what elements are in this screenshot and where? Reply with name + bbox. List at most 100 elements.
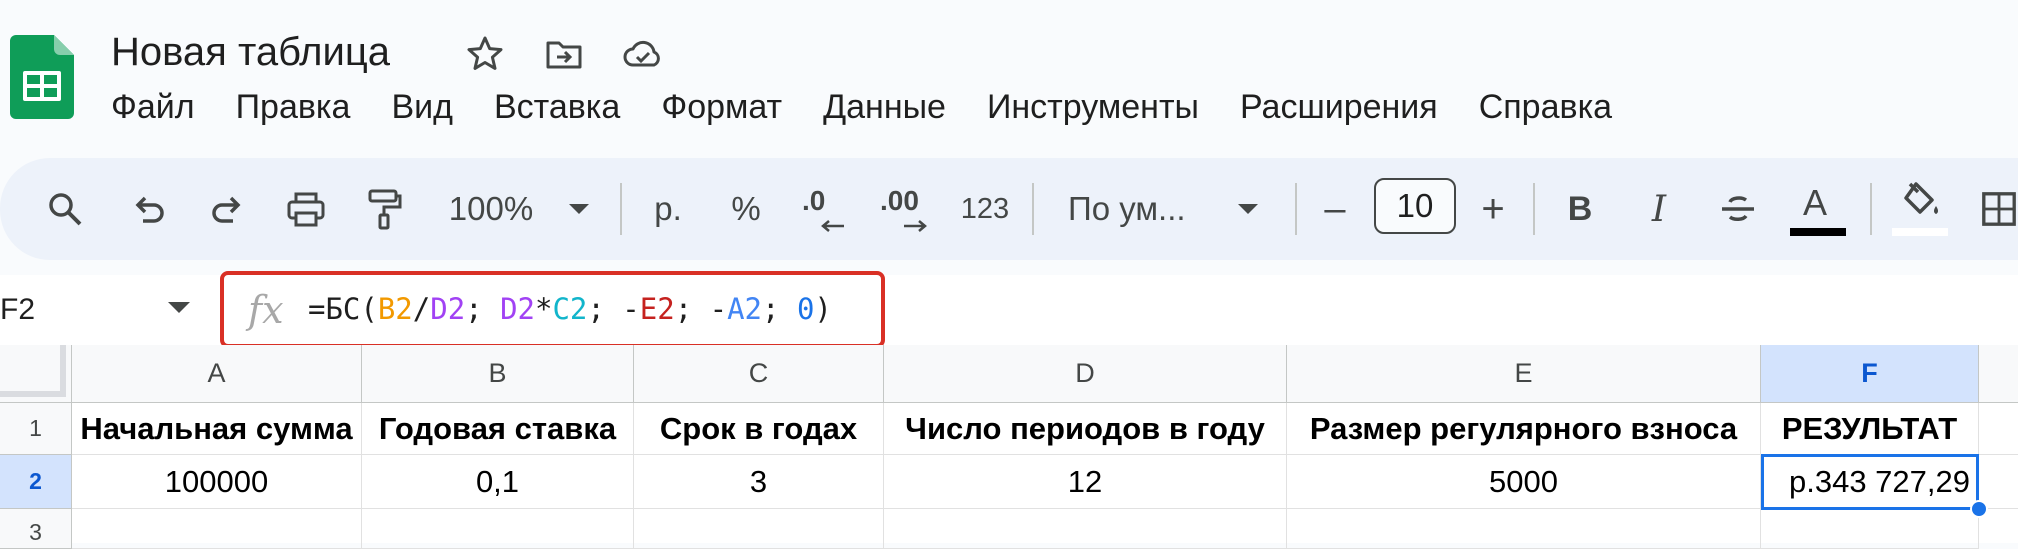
paint-format-icon	[368, 189, 402, 230]
toolbar-divider	[1295, 183, 1297, 235]
move-folder-icon[interactable]	[544, 34, 584, 74]
formula-token: ;	[465, 292, 501, 326]
column-header-d[interactable]: D	[884, 345, 1287, 403]
undo-button[interactable]	[126, 158, 172, 260]
formula-token: D2	[430, 292, 466, 326]
cell-b1[interactable]: Годовая ставка	[362, 403, 634, 455]
top-bar: Новая таблица Файл Правка Вид Вставка Фо…	[0, 0, 2018, 158]
search-icon	[49, 193, 82, 226]
menu-tools[interactable]: Инструменты	[987, 88, 1199, 127]
menu-view[interactable]: Вид	[391, 88, 453, 127]
borders-icon	[1982, 192, 2016, 226]
chevron-down-icon[interactable]	[168, 302, 190, 313]
star-icon[interactable]	[465, 34, 505, 74]
formula-token: /	[412, 292, 431, 326]
menu-file[interactable]: Файл	[111, 88, 195, 127]
print-icon	[287, 192, 325, 227]
text-color-swatch	[1790, 228, 1846, 236]
cell-e3[interactable]	[1287, 509, 1761, 549]
search-menus-button[interactable]	[42, 158, 88, 260]
formula-token: B2	[377, 292, 413, 326]
menu-extensions[interactable]: Расширения	[1240, 88, 1438, 127]
increase-decimal-button[interactable]: .00	[878, 158, 938, 260]
increase-decimal-label: .00	[880, 185, 919, 216]
print-button[interactable]	[283, 158, 329, 260]
formula-token: =БС(	[308, 292, 378, 326]
cell-a3[interactable]	[72, 509, 362, 549]
cell-e1[interactable]: Размер регулярного взноса	[1287, 403, 1761, 455]
undo-icon	[135, 196, 164, 223]
borders-button[interactable]	[1980, 158, 2018, 260]
cell-d1[interactable]: Число периодов в году	[884, 403, 1287, 455]
fx-icon: fx	[248, 288, 284, 332]
chevron-down-icon	[569, 204, 589, 214]
cell-g1[interactable]	[1979, 403, 2018, 455]
cell-a2[interactable]: 100000	[72, 455, 362, 509]
cell-c2[interactable]: 3	[634, 455, 884, 509]
cell-b2[interactable]: 0,1	[362, 455, 634, 509]
chevron-down-icon	[1238, 204, 1258, 214]
cell-e2[interactable]: 5000	[1287, 455, 1761, 509]
fill-color-swatch	[1892, 228, 1948, 236]
formula-token: D2	[500, 292, 535, 326]
fill-handle[interactable]	[1970, 500, 1988, 518]
menu-format[interactable]: Формат	[661, 88, 782, 127]
cell-f1[interactable]: РЕЗУЛЬТАТ	[1761, 403, 1979, 455]
increase-font-size-button[interactable]: +	[1476, 158, 1510, 260]
font-select[interactable]: По ум...	[1068, 158, 1198, 260]
zoom-dropdown[interactable]	[566, 158, 592, 260]
fill-color-button[interactable]	[1892, 158, 1948, 260]
arrow-right-icon	[904, 220, 927, 232]
menu-insert[interactable]: Вставка	[494, 88, 620, 127]
formula-token: )	[814, 292, 832, 326]
decrease-font-size-button[interactable]: –	[1318, 158, 1352, 260]
column-header-e[interactable]: E	[1287, 345, 1761, 403]
cloud-saved-icon[interactable]	[620, 34, 666, 74]
currency-format-button[interactable]: р.	[648, 158, 688, 260]
column-header-c[interactable]: C	[634, 345, 884, 403]
cell-g2[interactable]	[1979, 455, 2018, 509]
cell-f2[interactable]: р.343 727,29	[1761, 455, 1979, 509]
column-header-a[interactable]: A	[72, 345, 362, 403]
formula-token: ; -	[587, 292, 640, 326]
redo-button[interactable]	[204, 158, 250, 260]
menu-data[interactable]: Данные	[823, 88, 946, 127]
row-header-3[interactable]: 3	[0, 509, 72, 549]
font-size-input[interactable]: 10	[1374, 178, 1456, 234]
column-header-b[interactable]: B	[362, 345, 634, 403]
number-format-button[interactable]: 123	[958, 158, 1012, 260]
sheets-logo-icon[interactable]	[10, 35, 74, 119]
toolbar-divider	[1533, 183, 1535, 235]
menu-edit[interactable]: Правка	[236, 88, 351, 127]
arrow-left-icon	[821, 220, 844, 232]
toolbar-divider	[620, 183, 622, 235]
column-header-f[interactable]: F	[1761, 345, 1979, 403]
decrease-decimal-button[interactable]: .0	[800, 158, 850, 260]
menu-bar: Файл Правка Вид Вставка Формат Данные Ин…	[111, 88, 1653, 127]
formula-token: *	[535, 292, 553, 326]
redo-icon	[212, 196, 241, 223]
formula-token: A2	[727, 292, 763, 326]
row-header-1[interactable]: 1	[0, 403, 72, 455]
strikethrough-button[interactable]	[1716, 158, 1760, 260]
percent-format-button[interactable]: %	[726, 158, 766, 260]
document-title[interactable]: Новая таблица	[111, 30, 390, 75]
cell-f3[interactable]	[1761, 509, 1979, 549]
column-header-empty[interactable]	[1979, 345, 2018, 403]
cell-b3[interactable]	[362, 509, 634, 549]
cell-c1[interactable]: Срок в годах	[634, 403, 884, 455]
menu-help[interactable]: Справка	[1479, 88, 1612, 127]
italic-button[interactable]: I	[1641, 158, 1677, 260]
text-color-button[interactable]: A	[1790, 158, 1846, 260]
bold-button[interactable]: B	[1562, 158, 1598, 260]
font-dropdown[interactable]	[1235, 158, 1261, 260]
cell-a1[interactable]: Начальная сумма	[72, 403, 362, 455]
formula-input[interactable]: =БС(B2/D2; D2*C2; -E2; -A2; 0)	[308, 292, 832, 326]
row-header-2[interactable]: 2	[0, 455, 72, 509]
cell-d3[interactable]	[884, 509, 1287, 549]
formula-token: C2	[552, 292, 588, 326]
zoom-select[interactable]: 100%	[441, 158, 541, 260]
paint-format-button[interactable]	[361, 158, 407, 260]
cell-d2[interactable]: 12	[884, 455, 1287, 509]
cell-c3[interactable]	[634, 509, 884, 549]
